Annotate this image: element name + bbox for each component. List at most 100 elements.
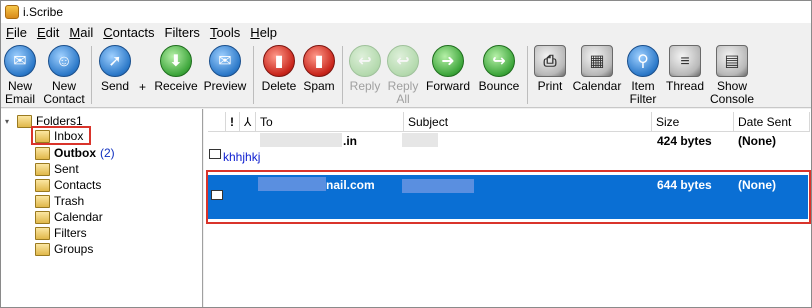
title-bar: i.Scribe [1, 1, 811, 23]
sidebar-item-label: Calendar [54, 210, 103, 224]
sidebar-item-label: Outbox [54, 146, 96, 160]
app-logo-icon [5, 5, 19, 19]
menu-contacts[interactable]: Contacts [98, 25, 159, 40]
item-filter-button[interactable]: ⚲ Item Filter [627, 42, 659, 108]
redacted-address [260, 133, 342, 147]
redacted-subject [402, 133, 438, 147]
menu-filters[interactable]: Filters [160, 25, 205, 40]
reply-icon: ↩ [349, 45, 381, 77]
window-title: i.Scribe [23, 5, 64, 19]
menu-edit[interactable]: Edit [32, 25, 64, 40]
sidebar-item-label: Groups [54, 242, 94, 256]
column-header-priority[interactable]: ! [226, 112, 240, 132]
sent-folder-icon [35, 162, 50, 176]
print-button[interactable]: ⎙ Print [533, 42, 567, 108]
paperclip-icon: ⅄ [244, 114, 252, 129]
message-preview: khhjhkj [223, 150, 261, 164]
to-cell: nail.com [326, 178, 375, 192]
reply-button[interactable]: ↩ Reply [347, 42, 383, 108]
collapse-arrow-icon[interactable]: ▾ [5, 117, 14, 126]
forward-icon: ➜ [432, 45, 464, 77]
spam-button[interactable]: ▮ Spam [301, 42, 337, 108]
preview-button[interactable]: ✉ Preview [203, 42, 247, 108]
menu-file[interactable]: File [1, 25, 32, 40]
message-envelope-icon [209, 149, 221, 159]
sidebar-item-groups[interactable]: Groups [35, 241, 93, 257]
bounce-button[interactable]: ↪ Bounce [477, 42, 521, 108]
reply-all-button[interactable]: ↩ Reply All [385, 42, 421, 108]
column-header-attachment[interactable]: ⅄ [240, 112, 256, 132]
date-cell: (None) [738, 178, 776, 192]
menu-tools[interactable]: Tools [205, 25, 245, 40]
to-cell: .in [343, 134, 357, 148]
show-console-button[interactable]: ▤ Show Console [707, 42, 757, 108]
column-header-date-sent[interactable]: Date Sent [734, 112, 810, 132]
groups-folder-icon [35, 242, 50, 256]
delete-icon: ▮ [263, 45, 295, 77]
date-cell: (None) [738, 134, 776, 148]
message-list: ! ⅄ To Subject Size Date Sent .in 424 by… [204, 109, 811, 307]
thread-icon: ≡ [669, 45, 701, 77]
calendar-folder-icon [35, 210, 50, 224]
menu-mail[interactable]: Mail [64, 25, 98, 40]
forward-button[interactable]: ➜ Forward [425, 42, 471, 108]
column-header-size[interactable]: Size [652, 112, 734, 132]
size-cell: 644 bytes [657, 178, 712, 192]
preview-icon: ✉ [209, 45, 241, 77]
new-contact-button[interactable]: ☺ New Contact [41, 42, 87, 108]
sidebar-item-label: Trash [54, 194, 85, 208]
inbox-folder-icon [35, 129, 50, 143]
filters-folder-icon [35, 226, 50, 240]
bounce-icon: ↪ [483, 45, 515, 77]
new-email-icon: ✉ [4, 45, 36, 77]
unread-count-badge: (2) [100, 146, 115, 160]
column-header-to[interactable]: To [256, 112, 404, 132]
sidebar-item-label: Inbox [54, 129, 84, 143]
outbox-folder-icon [35, 146, 50, 160]
receive-icon: ⬇ [160, 45, 192, 77]
app-window: i.Scribe File Edit Mail Contacts Filters… [0, 0, 812, 308]
new-contact-icon: ☺ [48, 45, 80, 77]
sidebar-item-filters[interactable]: Filters [35, 225, 87, 241]
show-console-icon: ▤ [716, 45, 748, 77]
size-cell: 424 bytes [657, 134, 712, 148]
sidebar-item-contacts[interactable]: Contacts [35, 177, 101, 193]
send-options-button[interactable]: + [139, 80, 146, 94]
folder-tree: ▾ Folders1 Inbox Outbox (2) Sent Contact… [1, 109, 203, 307]
calendar-icon: ▦ [581, 45, 613, 77]
print-icon: ⎙ [534, 45, 566, 77]
delete-button[interactable]: ▮ Delete [259, 42, 299, 108]
sidebar-item-label: Sent [54, 162, 79, 176]
sidebar-item-outbox[interactable]: Outbox (2) [35, 145, 115, 161]
send-icon: ➚ [99, 45, 131, 77]
new-email-button[interactable]: ✉ New Email [3, 42, 37, 108]
menu-help[interactable]: Help [245, 25, 282, 40]
sidebar-item-label: Filters [54, 226, 87, 240]
sidebar-item-calendar[interactable]: Calendar [35, 209, 103, 225]
toolbar: ✉ New Email ☺ New Contact ➚ Send + ⬇ Rec… [1, 42, 811, 108]
sidebar-item-inbox[interactable]: Inbox [35, 128, 83, 144]
toolbar-separator [91, 46, 92, 104]
sidebar-item-trash[interactable]: Trash [35, 193, 84, 209]
message-envelope-icon [211, 190, 223, 200]
receive-button[interactable]: ⬇ Receive [154, 42, 198, 108]
spam-icon: ▮ [303, 45, 335, 77]
column-header-blank[interactable] [208, 112, 226, 132]
sidebar-item-label: Contacts [54, 178, 102, 192]
calendar-button[interactable]: ▦ Calendar [571, 42, 623, 108]
menu-bar: File Edit Mail Contacts Filters Tools He… [1, 23, 811, 42]
toolbar-separator [342, 46, 343, 104]
reply-all-icon: ↩ [387, 45, 419, 77]
item-filter-icon: ⚲ [627, 45, 659, 77]
toolbar-separator [253, 46, 254, 104]
redacted-subject [402, 179, 474, 193]
send-button[interactable]: ➚ Send [97, 42, 133, 108]
trash-folder-icon [35, 194, 50, 208]
folders-icon [17, 114, 32, 128]
redacted-address [258, 177, 326, 191]
toolbar-separator [527, 46, 528, 104]
thread-button[interactable]: ≡ Thread [665, 42, 705, 108]
sidebar-item-sent[interactable]: Sent [35, 161, 79, 177]
column-header-subject[interactable]: Subject [404, 112, 652, 132]
contacts-folder-icon [35, 178, 50, 192]
